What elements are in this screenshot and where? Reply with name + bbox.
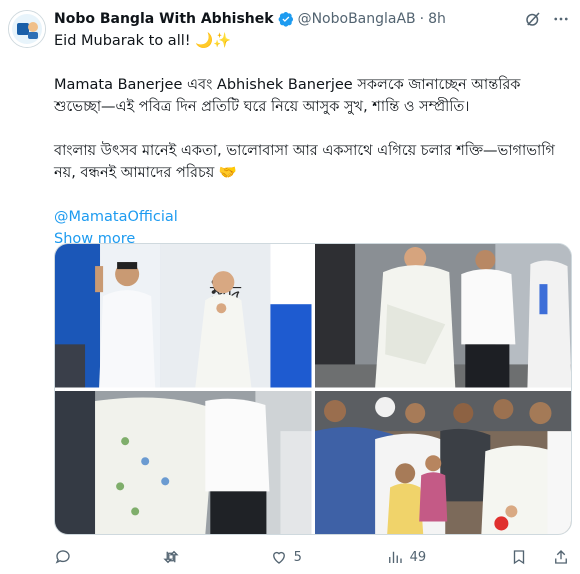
repost-icon (163, 550, 179, 564)
bookmark-button[interactable] (510, 548, 528, 566)
tweet-header: Nobo Bangla With Abhishek @NoboBanglaAB … (54, 9, 570, 29)
grok-icon[interactable] (524, 10, 542, 28)
photo-1[interactable]: ঈদ (55, 244, 312, 388)
bookmark-icon (513, 550, 525, 565)
top-right-actions (524, 10, 570, 28)
views-button[interactable]: 49 (386, 548, 427, 566)
tweet-actions: 5 49 (54, 546, 570, 568)
separator-dot: · (419, 11, 425, 27)
like-icon (272, 551, 285, 564)
tweet-line-3: বাংলায় উৎসব মানেই একতা, ভালোবাসা আর একস… (54, 143, 555, 181)
like-button[interactable]: 5 (270, 548, 302, 566)
tweet-line-1: Eid Mubarak to all! 🌙✨ (54, 33, 232, 49)
secondary-actions (510, 548, 570, 566)
author-name[interactable]: Nobo Bangla With Abhishek (54, 11, 274, 27)
photo-2[interactable] (314, 244, 571, 388)
tweet-line-2: Mamata Banerjee এবং Abhishek Banerjee সক… (54, 77, 521, 115)
share-button[interactable] (552, 548, 570, 566)
author-handle[interactable]: @NoboBanglaAB (298, 11, 416, 27)
reply-icon (55, 550, 70, 564)
timestamp[interactable]: 8h (428, 11, 446, 27)
photo-3[interactable] (55, 390, 312, 534)
mention-link[interactable]: @MamataOfficial (54, 206, 564, 228)
views-icon (388, 551, 402, 563)
more-icon[interactable] (552, 10, 570, 28)
photo-4[interactable] (314, 390, 571, 534)
share-icon (555, 550, 567, 564)
reply-button[interactable] (54, 548, 78, 566)
avatar[interactable] (8, 10, 46, 48)
repost-button[interactable] (162, 548, 186, 566)
avatar-logo-icon (9, 11, 45, 47)
views-count: 49 (409, 549, 427, 565)
tweet-text: Eid Mubarak to all! 🌙✨ Mamata Banerjee এ… (54, 30, 564, 250)
like-count: 5 (293, 549, 302, 565)
tweet-card[interactable]: Nobo Bangla With Abhishek @NoboBanglaAB … (0, 0, 580, 574)
verified-badge-icon (278, 11, 294, 27)
media-grid: ঈদ (54, 243, 572, 535)
